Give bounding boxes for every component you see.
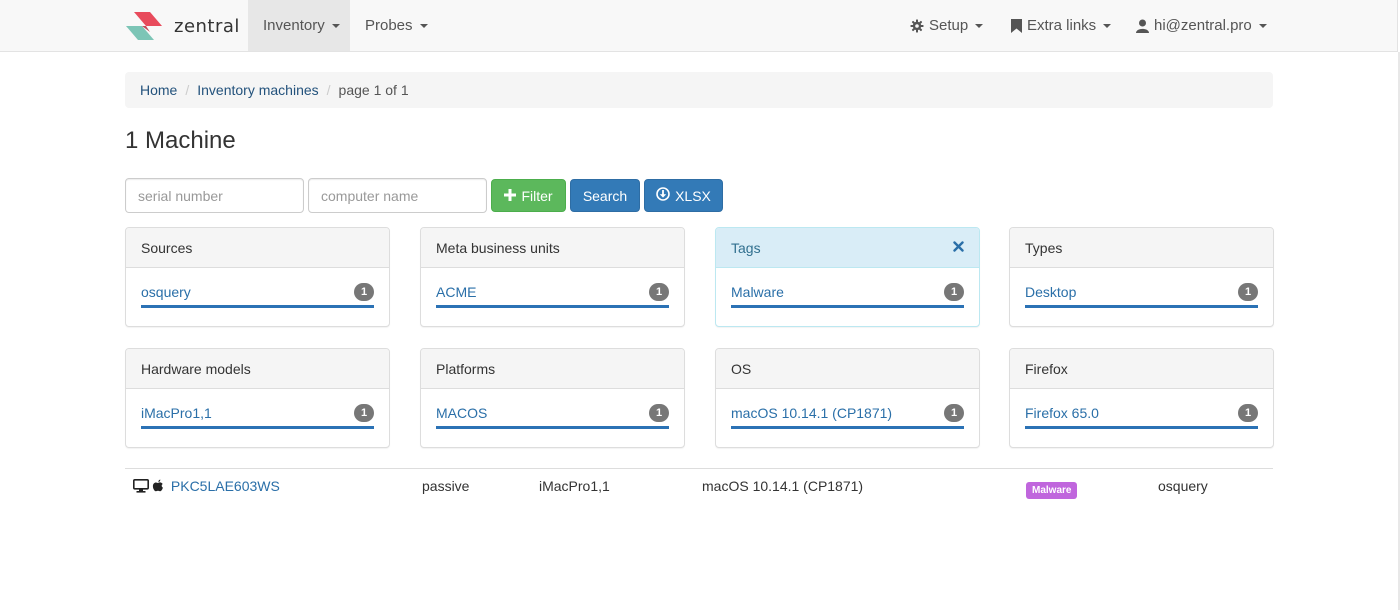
machine-source-cell: osquery	[1158, 478, 1208, 494]
count-badge: 1	[944, 282, 964, 301]
facet-label: iMacPro1,1	[141, 404, 212, 421]
nav-probes-label: Probes	[365, 17, 413, 34]
panel-heading: Sources	[126, 228, 389, 268]
facet-label: ACME	[436, 283, 477, 300]
count-badge: 1	[1238, 282, 1258, 301]
facet-item-malware[interactable]: Malware 1	[731, 268, 964, 308]
facet-item-acme[interactable]: ACME 1	[436, 268, 669, 308]
facet-panel-platforms: Platforms MACOS 1	[420, 348, 685, 448]
count-badge: 1	[649, 403, 669, 422]
xlsx-label: XLSX	[675, 187, 711, 204]
facet-panel-sources: Sources osquery 1	[125, 227, 390, 327]
count-badge: 1	[354, 403, 374, 422]
panel-heading: Meta business units	[421, 228, 684, 268]
machine-tags-cell: Malware	[1026, 480, 1078, 499]
facet-panel-meta-business-units: Meta business units ACME 1	[420, 227, 685, 327]
facet-panel-firefox: Firefox Firefox 65.0 1	[1009, 348, 1274, 448]
filter-label: Filter	[521, 187, 553, 204]
count-badge: 1	[1238, 403, 1258, 422]
machine-os-cell: macOS 10.14.1 (CP1871)	[702, 478, 864, 494]
machine-model-cell: iMacPro1,1	[539, 478, 610, 494]
facet-panel-types: Types Desktop 1	[1009, 227, 1274, 327]
nav-inventory-label: Inventory	[263, 17, 325, 34]
serial-number-input[interactable]	[125, 178, 304, 213]
table-top-border	[125, 468, 1273, 469]
facet-label: macOS 10.14.1 (CP1871)	[731, 404, 893, 421]
nav-extra-links-label: Extra links	[1027, 17, 1097, 34]
machine-serial-cell: PKC5LAE603WS	[133, 478, 280, 496]
caret-down-icon	[1103, 23, 1112, 28]
facet-item-imacpro[interactable]: iMacPro1,1 1	[141, 389, 374, 429]
panel-heading: Types	[1010, 228, 1273, 268]
breadcrumb-current: page 1 of 1	[338, 82, 409, 98]
panel-heading: Tags	[716, 228, 979, 268]
bookmark-icon	[1011, 18, 1022, 33]
panel-title: Types	[1025, 239, 1063, 256]
count-badge: 1	[944, 403, 964, 422]
breadcrumb-separator: /	[185, 82, 190, 98]
panel-title: Sources	[141, 239, 193, 256]
computer-name-input[interactable]	[308, 178, 487, 213]
export-xlsx-button[interactable]: XLSX	[644, 179, 723, 212]
facet-item-osquery[interactable]: osquery 1	[141, 268, 374, 308]
facet-label: MACOS	[436, 404, 488, 421]
facet-item-os-version[interactable]: macOS 10.14.1 (CP1871) 1	[731, 389, 964, 429]
breadcrumb-home-link[interactable]: Home	[140, 82, 177, 98]
panel-title: OS	[731, 360, 752, 377]
facet-label: Malware	[731, 283, 784, 300]
panel-title: Platforms	[436, 360, 496, 377]
gear-icon	[910, 19, 924, 33]
panel-heading: Hardware models	[126, 349, 389, 389]
breadcrumb-inventory-link[interactable]: Inventory machines	[197, 82, 318, 98]
user-icon	[1136, 19, 1149, 33]
remove-filter-close-icon[interactable]	[953, 239, 964, 256]
breadcrumb-separator: /	[326, 82, 331, 98]
top-navbar: zentral Inventory Probes Setup Extra lin…	[0, 0, 1398, 52]
panel-heading: OS	[716, 349, 979, 389]
nav-extra-links-dropdown[interactable]: Extra links	[996, 0, 1126, 51]
nav-inventory-dropdown[interactable]: Inventory	[248, 0, 350, 51]
facet-item-desktop[interactable]: Desktop 1	[1025, 268, 1258, 308]
count-badge: 1	[649, 282, 669, 301]
caret-down-icon	[1258, 23, 1267, 28]
nav-setup-label: Setup	[929, 17, 969, 34]
machine-serial-link[interactable]: PKC5LAE603WS	[171, 478, 280, 494]
nav-user-label: hi@zentral.pro	[1154, 17, 1252, 34]
panel-title: Firefox	[1025, 360, 1068, 377]
facet-panel-hardware-models: Hardware models iMacPro1,1 1	[125, 348, 390, 448]
caret-down-icon	[331, 23, 340, 28]
panel-title: Tags	[731, 239, 761, 256]
panel-title: Meta business units	[436, 239, 560, 256]
nav-user-dropdown[interactable]: hi@zentral.pro	[1121, 0, 1282, 51]
desktop-icon	[133, 479, 149, 496]
count-badge: 1	[354, 282, 374, 301]
brand-name: zentral	[174, 15, 240, 37]
nav-setup-dropdown[interactable]: Setup	[895, 0, 998, 51]
facet-item-macos[interactable]: MACOS 1	[436, 389, 669, 429]
page-title: 1 Machine	[125, 127, 236, 154]
zentral-logo-icon	[124, 10, 164, 42]
breadcrumb: Home / Inventory machines / page 1 of 1	[125, 72, 1273, 108]
brand[interactable]: zentral	[124, 10, 240, 42]
download-icon	[656, 187, 675, 204]
machine-status-cell: passive	[422, 478, 470, 494]
facet-panel-tags: Tags Malware 1	[715, 227, 980, 327]
caret-down-icon	[975, 23, 984, 28]
facet-label: osquery	[141, 283, 191, 300]
tag-label-malware: Malware	[1026, 482, 1078, 499]
panel-heading: Firefox	[1010, 349, 1273, 389]
facet-panel-os: OS macOS 10.14.1 (CP1871) 1	[715, 348, 980, 448]
facet-label: Desktop	[1025, 283, 1077, 300]
panel-title: Hardware models	[141, 360, 251, 377]
apple-icon	[152, 479, 164, 496]
nav-probes-dropdown[interactable]: Probes	[350, 0, 443, 51]
panel-heading: Platforms	[421, 349, 684, 389]
caret-down-icon	[419, 23, 428, 28]
facet-item-firefox-version[interactable]: Firefox 65.0 1	[1025, 389, 1258, 429]
facet-label: Firefox 65.0	[1025, 404, 1099, 421]
add-filter-button[interactable]: Filter	[491, 179, 566, 212]
plus-icon	[504, 188, 521, 204]
search-label: Search	[582, 187, 628, 204]
search-button[interactable]: Search	[570, 179, 640, 212]
